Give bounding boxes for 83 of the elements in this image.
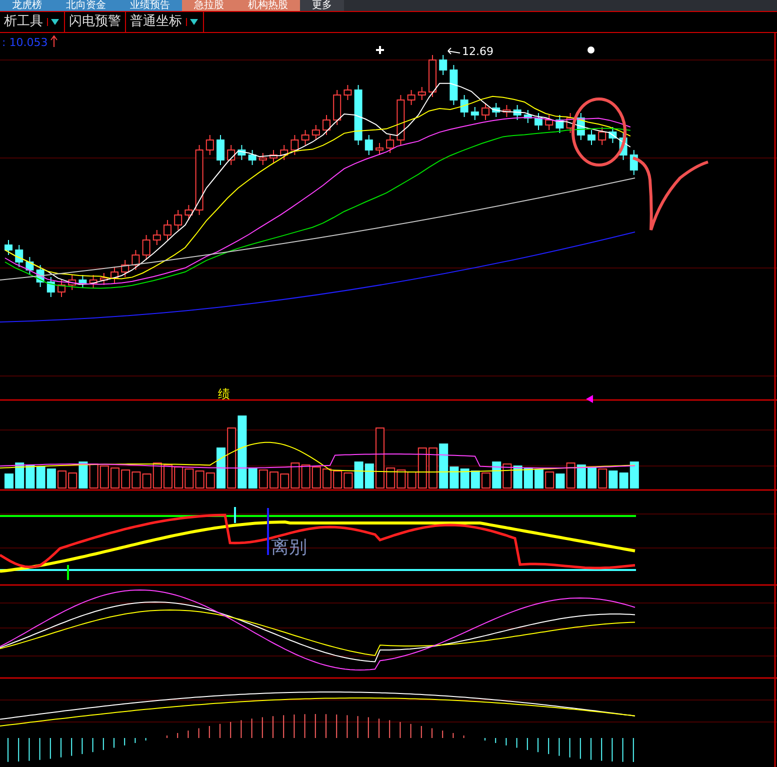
candlestick [439, 54, 448, 76]
toolbar-button[interactable]: 析工具 [0, 12, 65, 32]
candlestick [619, 132, 628, 160]
candlestick [524, 110, 532, 124]
candlestick [121, 260, 130, 278]
candlestick [364, 134, 373, 156]
arrow-icon [448, 48, 460, 54]
dropdown-icon [186, 18, 199, 26]
cross-icon [375, 45, 385, 55]
up-arrow-icon [50, 35, 58, 48]
candlestick [598, 126, 606, 146]
candlestick [566, 112, 574, 134]
high-price-label: 12.69 [462, 45, 494, 58]
candlestick [78, 274, 87, 288]
candlestick [248, 150, 256, 166]
candlestick [290, 134, 299, 156]
candlestick [4, 240, 12, 256]
candlestick [450, 64, 458, 106]
candlestick [386, 134, 394, 154]
candlestick [344, 84, 352, 100]
candlestick [576, 112, 585, 140]
candlestick [46, 276, 55, 298]
candlestick [100, 272, 108, 286]
low-price-label: : 10.053 [2, 36, 48, 49]
signal-mark [67, 565, 69, 580]
candlestick [492, 102, 500, 118]
candlestick [376, 142, 384, 156]
hand-drawn-circle [572, 98, 626, 166]
candlestick [216, 134, 224, 166]
candlestick [152, 230, 161, 246]
candlestick [184, 204, 193, 220]
candlestick [428, 54, 436, 98]
candlestick [227, 144, 236, 166]
candlestick [545, 114, 554, 130]
candlestick [608, 126, 617, 144]
candlestick [26, 256, 34, 276]
signal-mark [267, 508, 269, 555]
candlestick [322, 114, 330, 136]
candlestick [418, 86, 426, 100]
top-tab[interactable]: 机构热股 [236, 0, 300, 11]
candlestick [110, 266, 118, 284]
candlestick [164, 220, 172, 240]
candlestick [280, 144, 288, 160]
dropdown-icon [47, 18, 60, 26]
candlestick [301, 130, 310, 146]
top-tab[interactable]: 北向资金 [54, 0, 118, 11]
top-tab[interactable]: 更多 [300, 0, 344, 11]
candlestick [15, 244, 24, 268]
candlestick [132, 250, 140, 270]
candlestick [258, 152, 267, 166]
candlestick [354, 84, 362, 146]
signal-label: 离别 [271, 537, 307, 558]
candlestick [556, 114, 564, 134]
top-tab[interactable]: 急拉股 [182, 0, 236, 11]
candlestick [534, 112, 542, 130]
top-tab[interactable]: 业绩预告 [118, 0, 182, 11]
candlestick [588, 130, 596, 146]
candlestick [142, 234, 150, 260]
triangle-icon [586, 395, 593, 403]
candlestick [270, 150, 278, 164]
candlestick [68, 274, 76, 290]
candlestick [396, 94, 405, 146]
candlestick [238, 144, 246, 160]
candlestick [470, 106, 479, 120]
candlestick [333, 90, 342, 126]
candlestick [482, 102, 490, 120]
candlestick [174, 210, 182, 230]
candlestick [206, 134, 214, 156]
candlestick [502, 104, 511, 118]
candlestick [195, 144, 204, 216]
toolbar-button[interactable]: 普通坐标 [126, 12, 204, 32]
candlestick [407, 90, 416, 106]
candlestick [630, 150, 638, 176]
candlestick [312, 124, 320, 140]
signal-mark [234, 507, 236, 523]
event-label: 绩 [218, 387, 230, 401]
candlestick [89, 274, 98, 288]
top-tab[interactable]: 龙虎榜 [0, 0, 54, 11]
candlestick [513, 104, 522, 120]
candlestick [460, 94, 468, 118]
candlestick [36, 264, 44, 288]
candlestick [58, 280, 66, 298]
toolbar-button[interactable]: 闪电预警 [65, 12, 126, 32]
